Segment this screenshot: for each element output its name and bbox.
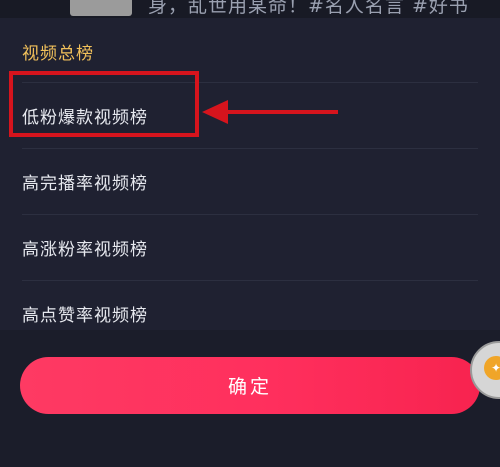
section-title: 视频总榜 [22,44,94,64]
feed-caption: 身，乱世用某命！#名人名言 #好书 [148,0,469,17]
confirm-button[interactable]: 确定 [20,357,480,414]
gift-icon: ✦ [484,356,500,380]
option-label: 高涨粉率视频榜 [22,240,148,260]
option-label: 高完播率视频榜 [22,174,148,194]
video-thumbnail[interactable] [70,0,132,16]
option-label: 高点赞率视频榜 [22,306,148,326]
option-high-follower-growth[interactable]: 高涨粉率视频榜 [0,215,500,280]
annotation-highlight-box [9,71,199,137]
ranking-picker-screen: 身，乱世用某命！#名人名言 #好书 视频总榜 低粉爆款视频榜 高完播率视频榜 高… [0,0,500,467]
feed-preview-strip: 身，乱世用某命！#名人名言 #好书 [0,0,500,18]
annotation-arrow-icon [202,100,338,124]
option-high-completion[interactable]: 高完播率视频榜 [0,149,500,214]
